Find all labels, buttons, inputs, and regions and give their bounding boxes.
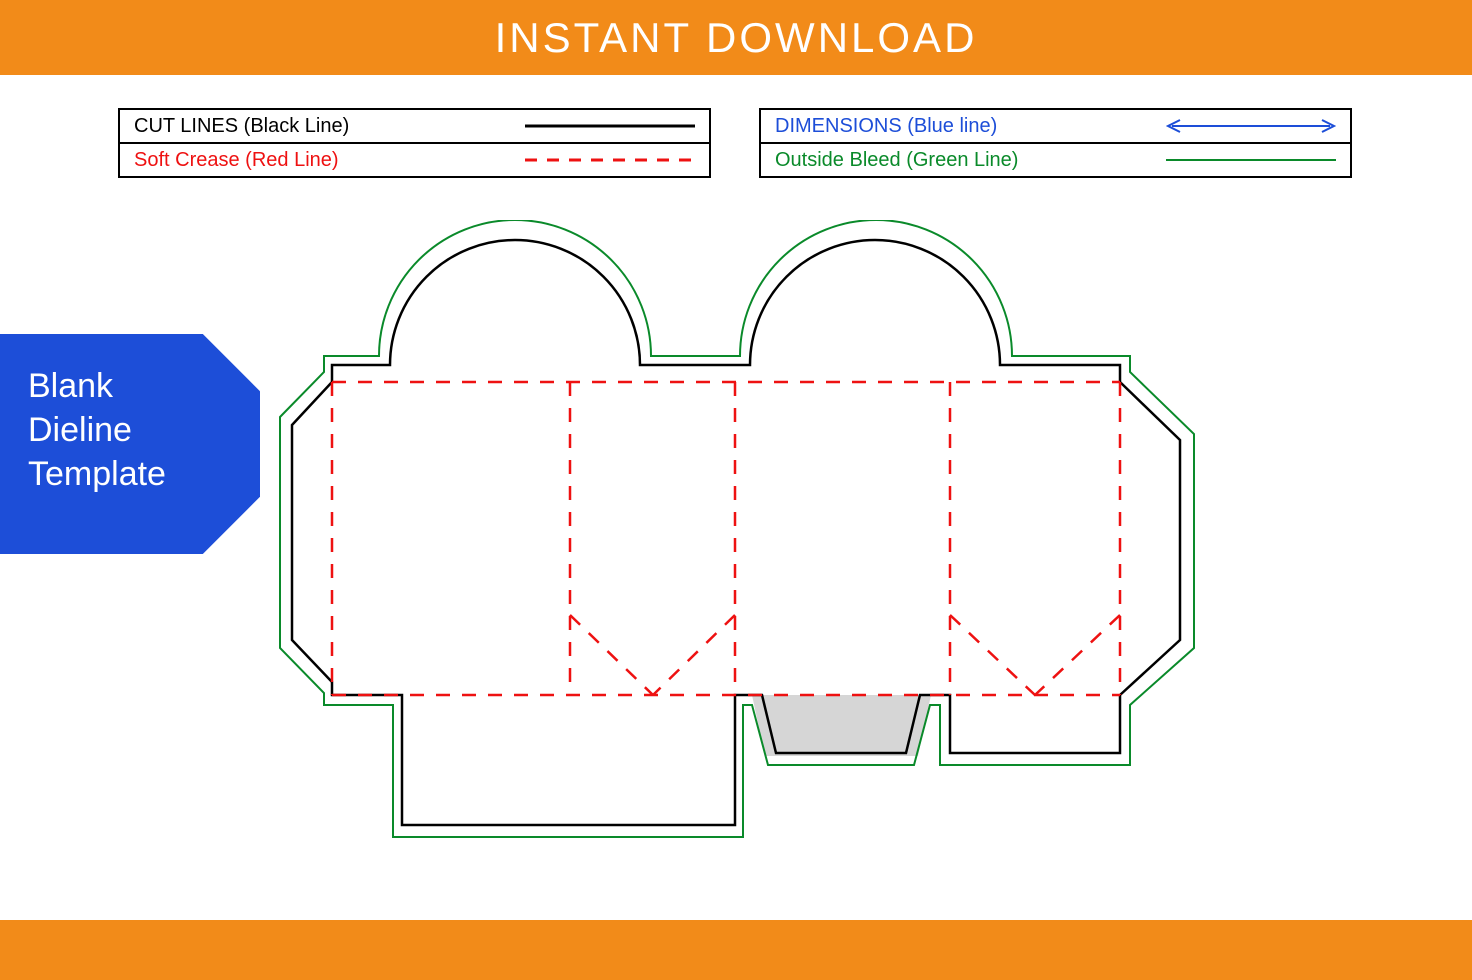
header-title: INSTANT DOWNLOAD bbox=[495, 14, 978, 62]
footer-banner bbox=[0, 920, 1472, 980]
bleed-outline bbox=[280, 220, 1194, 837]
crease-lines bbox=[332, 382, 1120, 695]
cut-outline bbox=[292, 240, 1180, 825]
legend-left: CUT LINES (Black Line) Soft Crease (Red … bbox=[118, 108, 711, 178]
legend: CUT LINES (Black Line) Soft Crease (Red … bbox=[118, 108, 1352, 178]
solid-black-line-icon bbox=[515, 124, 695, 128]
solid-green-line-icon bbox=[1156, 158, 1336, 162]
legend-right: DIMENSIONS (Blue line) Outside Bleed (Gr… bbox=[759, 108, 1352, 178]
badge-line: Dieline bbox=[28, 408, 232, 452]
badge-line: Blank bbox=[28, 364, 232, 408]
badge-blank-dieline: Blank Dieline Template bbox=[0, 334, 260, 554]
legend-row-bleed: Outside Bleed (Green Line) bbox=[761, 142, 1350, 176]
header-banner: INSTANT DOWNLOAD bbox=[0, 0, 1472, 75]
legend-label: Soft Crease (Red Line) bbox=[134, 149, 515, 172]
legend-row-dimensions: DIMENSIONS (Blue line) bbox=[761, 110, 1350, 142]
legend-label: DIMENSIONS (Blue line) bbox=[775, 115, 1156, 138]
badge-line: Template bbox=[28, 452, 232, 496]
legend-label: CUT LINES (Black Line) bbox=[134, 115, 515, 138]
legend-row-cut: CUT LINES (Black Line) bbox=[120, 110, 709, 142]
legend-label: Outside Bleed (Green Line) bbox=[775, 149, 1156, 172]
glue-area bbox=[752, 695, 931, 756]
arrow-blue-line-icon bbox=[1156, 119, 1336, 133]
dieline-template bbox=[260, 220, 1220, 860]
dashed-red-line-icon bbox=[515, 158, 695, 162]
legend-row-crease: Soft Crease (Red Line) bbox=[120, 142, 709, 176]
